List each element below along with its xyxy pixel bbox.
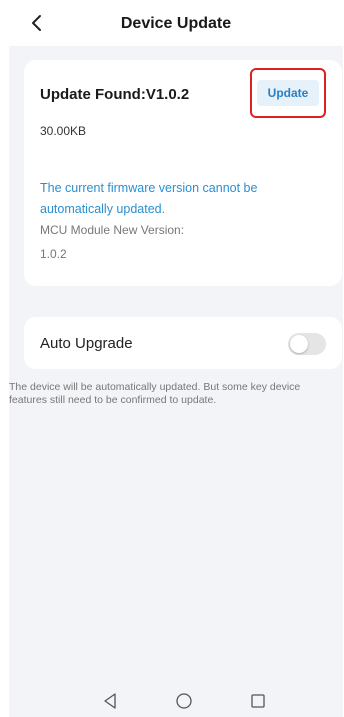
triangle-back-icon[interactable] — [101, 692, 119, 710]
update-found-title: Update Found:V1.0.2 — [40, 86, 190, 103]
toggle-knob — [290, 335, 308, 353]
auto-upgrade-description: The device will be automatically updated… — [9, 381, 301, 406]
mcu-version-label: MCU Module New Version: — [40, 223, 185, 237]
header-bar: Device Update — [9, 0, 343, 46]
update-card: Update Found:V1.0.2 Update 30.00KB The c… — [24, 60, 342, 286]
mcu-version-value: 1.0.2 — [40, 247, 67, 261]
device-update-screen: Device Update Update Found:V1.0.2 Update… — [9, 0, 343, 717]
auto-upgrade-card: Auto Upgrade — [24, 317, 342, 369]
circle-home-icon[interactable] — [175, 692, 193, 710]
update-button[interactable]: Update — [257, 80, 319, 106]
auto-upgrade-toggle[interactable] — [288, 333, 326, 355]
system-nav-bar — [9, 686, 343, 717]
auto-upgrade-label: Auto Upgrade — [40, 335, 133, 352]
page-title: Device Update — [120, 15, 232, 32]
update-size: 30.00KB — [40, 124, 87, 138]
firmware-warning-text: The current firmware version cannot be a… — [40, 181, 258, 216]
square-recent-icon[interactable] — [249, 692, 267, 710]
